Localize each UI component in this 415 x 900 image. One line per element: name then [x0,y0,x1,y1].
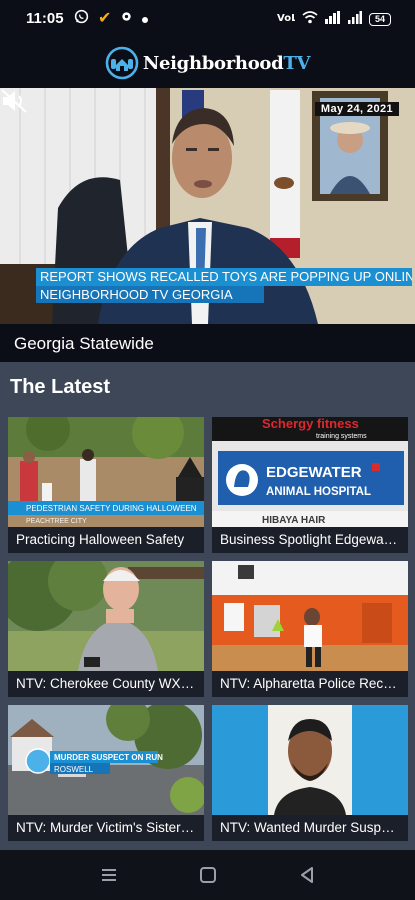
thumb-overlay-subtext: ROSWELL [54,765,94,774]
sign-main-text: EDGEWATER [266,464,362,481]
video-card-title: NTV: Cherokee County WX Damage [8,671,204,697]
thumb-overlay-text: MURDER SUSPECT ON RUN [54,753,163,762]
video-card[interactable]: Schergy fitness training systems EDGEWAT… [212,417,408,553]
video-card[interactable]: NTV: Cherokee County WX Damage [8,561,204,697]
status-bar: 11:05 ✔ VoL 54 [0,0,415,38]
sign-top-text: Schergy fitness [262,417,359,431]
neighborhood-tv-logo-icon [105,46,139,80]
video-card-title: NTV: Alpharetta Police Recruitment [212,671,408,697]
video-player[interactable]: May 24, 2021 REPORT SHOWS RECALLED TOYS … [0,88,415,324]
video-thumbnail: Schergy fitness training systems EDGEWAT… [212,417,408,527]
checkmark-icon: ✔ [98,9,112,27]
video-card[interactable]: NTV: Wanted Murder Suspect Caught [212,705,408,841]
alarm-clock-icon: VoL [277,10,298,28]
video-date-stamp: May 24, 2021 [314,102,399,116]
section-title: The Latest [10,376,111,398]
recent-apps-icon[interactable] [98,864,120,886]
video-thumbnail [212,705,408,815]
sign-sub-text: training systems [316,433,367,440]
video-card[interactable]: MURDER SUSPECT ON RUN ROSWELL NTV: Murde… [8,705,204,841]
video-thumbnail: PEDESTRIAN SAFETY DURING HALLOWEEN PEACH… [8,417,204,527]
mute-icon[interactable] [0,88,28,114]
signal-bars-icon [348,10,362,28]
video-card[interactable]: NTV: Alpharetta Police Recruitment [212,561,408,697]
whatsapp-icon [74,9,89,28]
app-logo-text: NeighborhoodTV [142,52,311,74]
video-card-title: NTV: Murder Victim's Sister Speaks [8,815,204,841]
app-header: NeighborhoodTV [0,38,415,88]
home-icon[interactable] [197,864,219,886]
thumb-overlay-subtext: PEACHTREE CITY [26,518,87,525]
news-ticker-station: NEIGHBORHOOD TV GEORGIA [36,286,264,303]
channel-name: Georgia Statewide [14,334,154,353]
signal-4g-icon [325,10,341,28]
video-card[interactable]: PEDESTRIAN SAFETY DURING HALLOWEEN PEACH… [8,417,204,553]
battery-icon: 54 [369,12,391,26]
latest-section: The Latest PEDESTRIAN SAFETY DURING HALL… [0,362,415,850]
back-icon[interactable] [296,864,318,886]
video-card-title: Practicing Halloween Safety [8,527,204,553]
system-nav-bar [0,850,415,900]
channel-bar: Georgia Statewide [0,324,415,362]
svg-text:VoL: VoL [277,13,295,24]
thumb-overlay-text: PEDESTRIAN SAFETY DURING HALLOWEEN [26,504,197,513]
sign-main2-text: ANIMAL HOSPITAL [266,486,371,498]
video-thumbnail: MURDER SUSPECT ON RUN ROSWELL [8,705,204,815]
sign-bottom-text: HIBAYA HAIR [262,515,326,526]
notification-dot-icon [142,11,149,27]
status-time: 11:05 [26,10,64,27]
wifi-icon [302,10,318,28]
video-thumbnail [8,561,204,671]
news-ticker-headline: REPORT SHOWS RECALLED TOYS ARE POPPING U… [36,268,412,286]
video-card-title: Business Spotlight Edgewater Animal Hosp… [212,527,408,553]
video-thumbnail [212,561,408,671]
video-card-title: NTV: Wanted Murder Suspect Caught [212,815,408,841]
settings-gear-icon [120,10,133,27]
